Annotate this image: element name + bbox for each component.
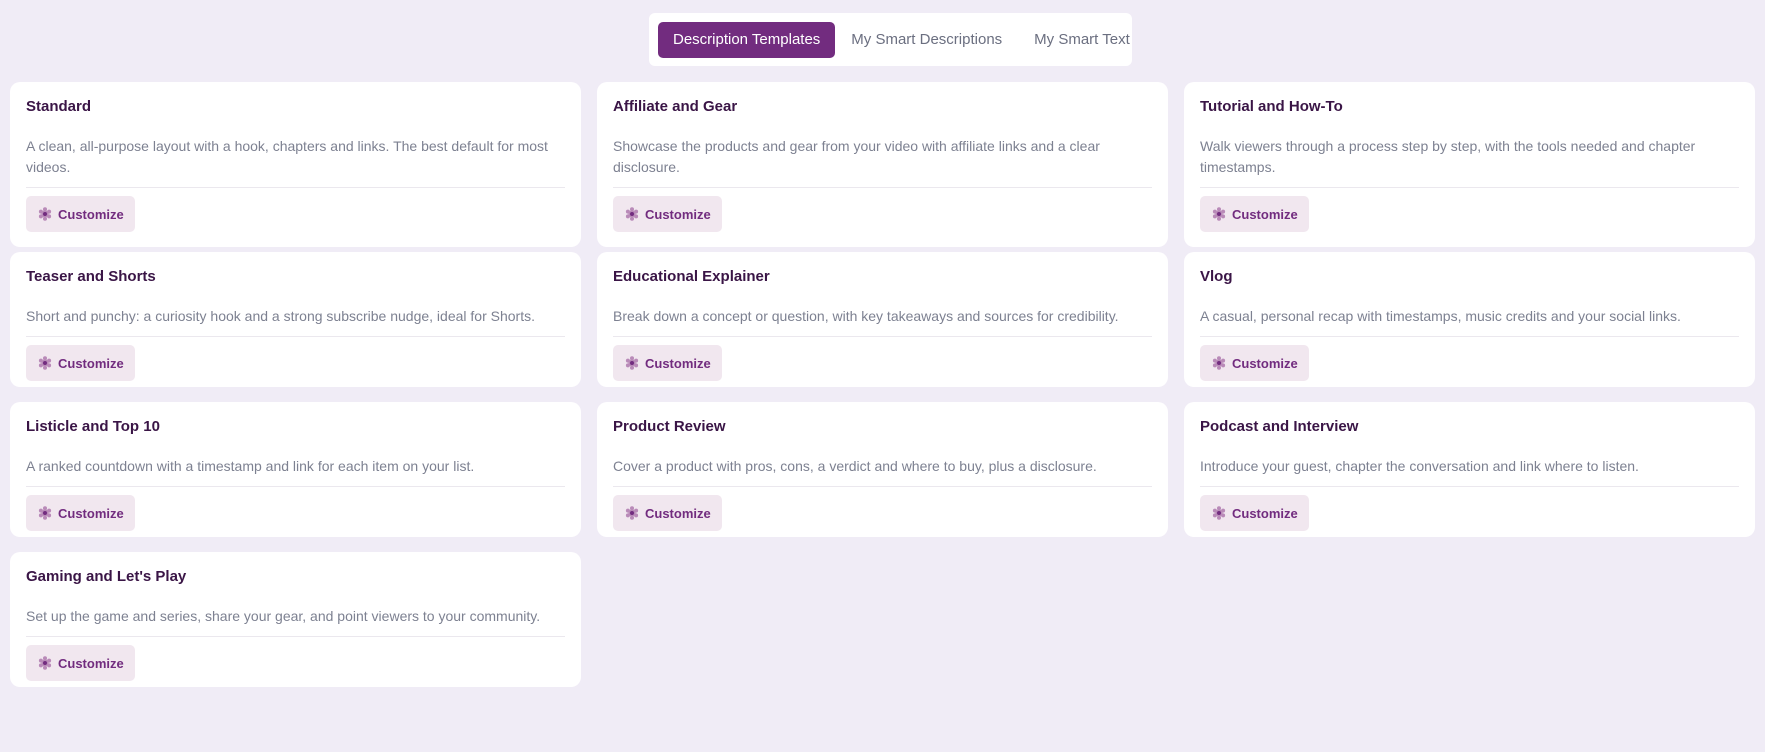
card-description: Showcase the products and gear from your…	[613, 138, 1100, 175]
card-divider	[613, 486, 1152, 487]
template-card: Educational Explainer Break down a concep…	[597, 252, 1168, 387]
card-divider	[613, 336, 1152, 337]
template-card: Gaming and Let's Play Set up the game and…	[10, 552, 581, 687]
card-title: Educational Explainer	[613, 268, 770, 285]
gear-icon	[1212, 506, 1226, 520]
card-title: Tutorial and How-To	[1200, 98, 1343, 115]
card-divider	[613, 187, 1152, 188]
customize-button[interactable]: Customize	[1200, 345, 1309, 381]
customize-button-label: Customize	[58, 505, 124, 521]
card-divider	[26, 486, 565, 487]
gear-icon	[38, 207, 52, 221]
card-divider	[26, 336, 565, 337]
customize-button-label: Customize	[645, 355, 711, 371]
customize-button-label: Customize	[1232, 355, 1298, 371]
card-divider	[1200, 187, 1739, 188]
card-description: Cover a product with pros, cons, a verdi…	[613, 458, 1097, 474]
card-description: Walk viewers through a process step by s…	[1200, 138, 1696, 175]
customize-button[interactable]: Customize	[1200, 495, 1309, 531]
customize-button[interactable]: Customize	[1200, 196, 1309, 232]
gear-icon	[38, 356, 52, 370]
customize-button[interactable]: Customize	[26, 345, 135, 381]
customize-button[interactable]: Customize	[26, 495, 135, 531]
card-description: Set up the game and series, share your g…	[26, 608, 541, 624]
card-divider	[26, 187, 565, 188]
template-card: Standard A clean, all-purpose layout with…	[10, 82, 581, 247]
card-divider	[26, 636, 565, 637]
gear-icon	[38, 506, 52, 520]
gear-icon	[625, 506, 639, 520]
customize-button[interactable]: Customize	[26, 196, 135, 232]
card-divider	[1200, 486, 1739, 487]
card-title: Product Review	[613, 418, 726, 435]
card-title: Standard	[26, 98, 92, 115]
tab-my-smart-text[interactable]: My Smart Text	[1018, 22, 1146, 58]
customize-button-label: Customize	[1232, 206, 1298, 222]
card-description: A ranked countdown with a timestamp and …	[26, 458, 475, 474]
template-card: Product Review Cover a product with pros,…	[597, 402, 1168, 537]
card-description: A casual, personal recap with timestamps…	[1200, 308, 1681, 324]
template-card: Vlog A casual, personal recap with timest…	[1184, 252, 1755, 387]
customize-button-label: Customize	[58, 206, 124, 222]
template-card: Listicle and Top 10 A ranked countdown wi…	[10, 402, 581, 537]
template-card: Teaser and Shorts Short and punchy: a cur…	[10, 252, 581, 387]
customize-button[interactable]: Customize	[613, 345, 722, 381]
gear-icon	[1212, 207, 1226, 221]
card-description: Break down a concept or question, with k…	[613, 308, 1119, 324]
gear-icon	[1212, 356, 1226, 370]
gear-icon	[625, 207, 639, 221]
tab-description-templates[interactable]: Description Templates	[658, 21, 836, 58]
customize-button-label: Customize	[1232, 505, 1298, 521]
card-description: A clean, all-purpose layout with a hook,…	[26, 138, 548, 175]
card-title: Vlog	[1200, 268, 1233, 285]
card-title: Affiliate and Gear	[613, 98, 738, 115]
customize-button-label: Customize	[645, 505, 711, 521]
card-description: Short and punchy: a curiosity hook and a…	[26, 308, 535, 324]
gear-icon	[38, 656, 52, 670]
customize-button-label: Customize	[58, 355, 124, 371]
template-card: Tutorial and How-To Walk viewers through …	[1184, 82, 1755, 247]
card-title: Listicle and Top 10	[26, 418, 160, 435]
gear-icon	[625, 356, 639, 370]
card-title: Gaming and Let's Play	[26, 568, 187, 585]
customize-button[interactable]: Customize	[613, 495, 722, 531]
customize-button[interactable]: Customize	[26, 645, 135, 681]
customize-button[interactable]: Customize	[613, 196, 722, 232]
view-tabs: Description Templates My Smart Descripti…	[649, 13, 1132, 66]
customize-button-label: Customize	[645, 206, 711, 222]
card-description: Introduce your guest, chapter the conver…	[1200, 458, 1639, 474]
template-card: Podcast and Interview Introduce your gues…	[1184, 402, 1755, 537]
tab-my-smart-descriptions[interactable]: My Smart Descriptions	[835, 22, 1018, 58]
card-title: Podcast and Interview	[1200, 418, 1359, 435]
template-card: Affiliate and Gear Showcase the products …	[597, 82, 1168, 247]
card-title: Teaser and Shorts	[26, 268, 156, 285]
card-divider	[1200, 336, 1739, 337]
customize-button-label: Customize	[58, 655, 124, 671]
